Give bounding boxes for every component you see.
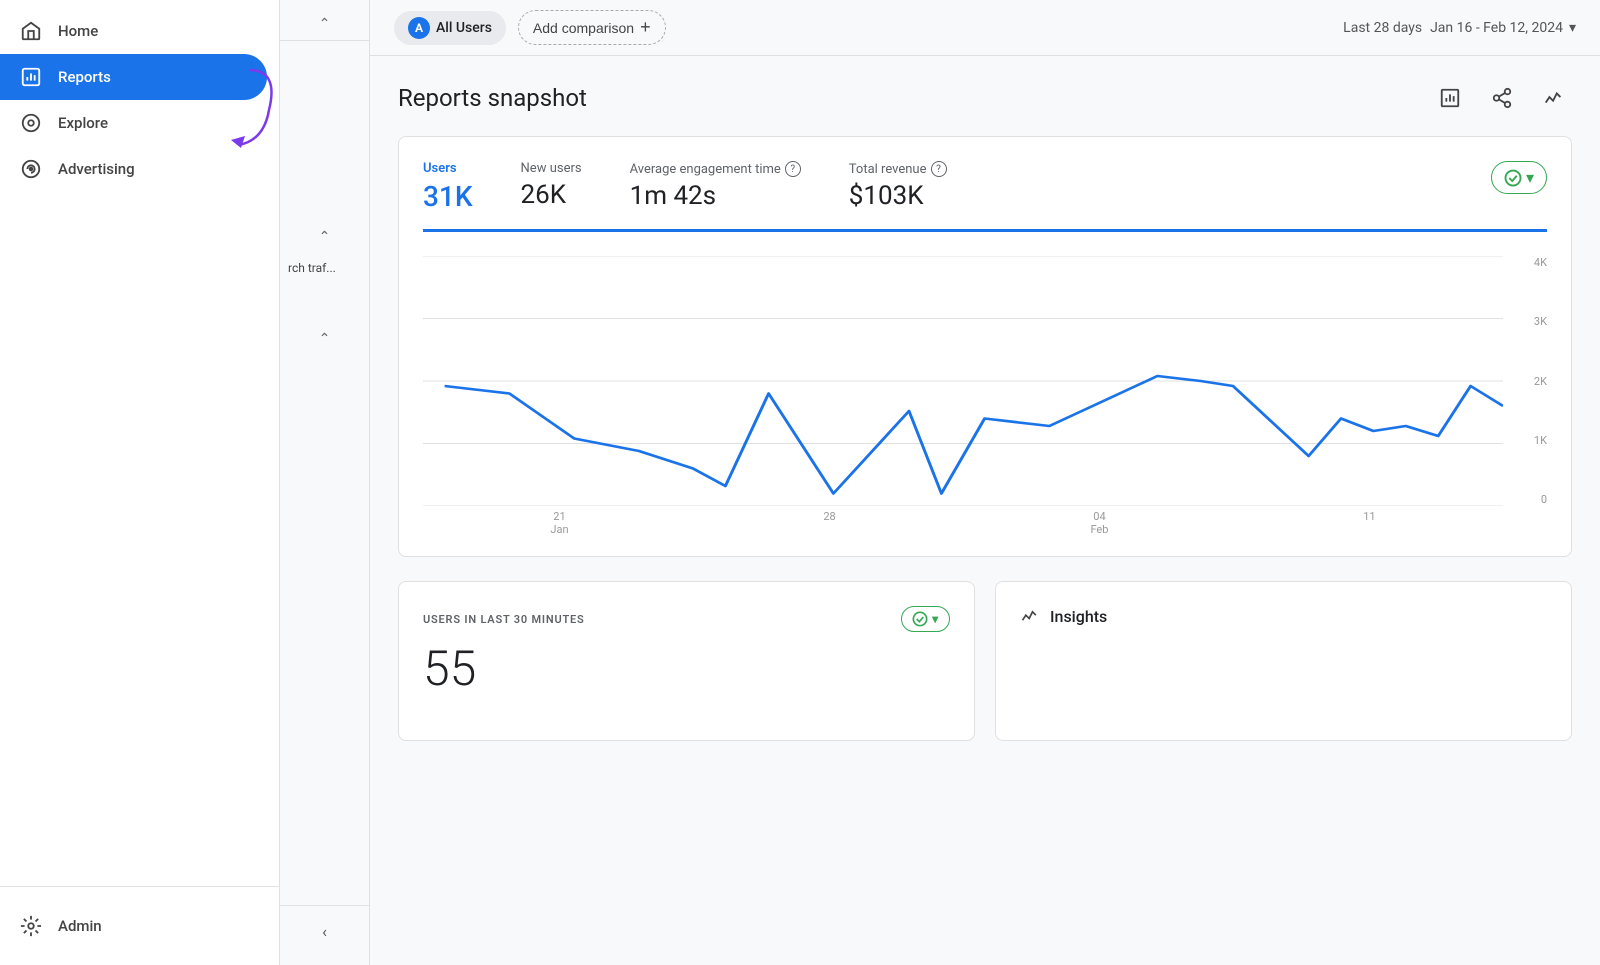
sidebar-item-explore[interactable]: Explore [0, 100, 267, 146]
collapse-sidebar-btn[interactable]: ‹ [280, 905, 369, 957]
sidebar-item-admin-label: Admin [58, 917, 102, 935]
sidebar-item-home[interactable]: Home [0, 8, 267, 54]
add-comparison-button[interactable]: Add comparison + [518, 10, 666, 45]
insights-card-header: Insights [1020, 606, 1547, 626]
sidebar-item-explore-label: Explore [58, 114, 108, 132]
date-range-value: Jan 16 - Feb 12, 2024 [1430, 20, 1563, 36]
insights-card: Insights [995, 581, 1572, 741]
sparkline-icon-btn[interactable] [1536, 80, 1572, 116]
metric-revenue: Total revenue ? $103K [849, 161, 947, 211]
bar-chart-icon-btn[interactable] [1432, 80, 1468, 116]
metric-check-button[interactable]: ▾ [1491, 161, 1547, 194]
date-label: Last 28 days [1343, 20, 1422, 36]
main-content: A All Users Add comparison + Last 28 day… [370, 0, 1600, 965]
realtime-card: USERS IN LAST 30 MINUTES ▾ 55 [398, 581, 975, 741]
all-users-chip[interactable]: A All Users [394, 11, 506, 45]
x-label-11: 11 [1363, 510, 1375, 523]
sidebar-nav: Home Reports Explore [0, 0, 279, 886]
metric-new-users: New users 26K [521, 161, 582, 210]
collapse-left-icon: ‹ [322, 922, 327, 941]
topbar-right: Last 28 days Jan 16 - Feb 12, 2024 ▾ [1343, 20, 1576, 36]
panel-section-3-collapse[interactable]: ⌃ [280, 323, 369, 355]
realtime-card-label: USERS IN LAST 30 MINUTES ▾ [423, 606, 950, 632]
x-label-04-feb: 04 Feb [1090, 510, 1108, 536]
x-label-21-jan: 21 Jan [550, 510, 568, 536]
chart-x-labels: 21 Jan 28 04 Feb 11 [423, 506, 1503, 536]
middle-panel: ⌃ ⌃ rch traf... ⌃ ‹ [280, 0, 370, 965]
metrics-row: Users 31K New users 26K Average engageme… [423, 157, 1547, 232]
topbar: A All Users Add comparison + Last 28 day… [370, 0, 1600, 56]
panel-section-2-collapse[interactable]: ⌃ [280, 221, 369, 253]
user-avatar: A [408, 17, 430, 39]
line-chart [423, 256, 1503, 506]
engagement-info-icon[interactable]: ? [785, 161, 801, 177]
sidebar-item-advertising-label: Advertising [58, 160, 135, 178]
metric-users: Users 31K [423, 161, 473, 213]
panel-empty-section-2 [280, 283, 369, 323]
insights-sparkline-icon [1020, 606, 1040, 626]
add-comparison-label: Add comparison [533, 20, 634, 36]
date-range-picker[interactable]: Jan 16 - Feb 12, 2024 ▾ [1430, 20, 1576, 36]
explore-icon [20, 112, 42, 134]
sidebar-item-home-label: Home [58, 22, 98, 40]
panel-spacer [280, 355, 369, 905]
advertising-icon [20, 158, 42, 180]
reports-icon [20, 66, 42, 88]
y-label-3k: 3K [1511, 315, 1547, 328]
bottom-cards: USERS IN LAST 30 MINUTES ▾ 55 [398, 581, 1572, 741]
sidebar-item-advertising[interactable]: Advertising [0, 146, 267, 192]
chevron-up-icon-2: ⌃ [319, 229, 331, 245]
sidebar: Home Reports Explore [0, 0, 280, 965]
chart-area [423, 256, 1503, 506]
metric-revenue-label: Total revenue ? [849, 161, 947, 177]
home-icon [20, 20, 42, 42]
chevron-down-icon: ▾ [1569, 20, 1576, 36]
metric-new-users-label: New users [521, 161, 582, 176]
header-icons [1432, 80, 1572, 116]
plus-icon: + [640, 17, 651, 38]
y-label-2k: 2K [1511, 375, 1547, 388]
chart-container: 4K 3K 2K 1K 0 [423, 256, 1547, 536]
x-label-28: 28 [823, 510, 835, 523]
metric-new-users-value: 26K [521, 180, 582, 210]
y-label-4k: 4K [1511, 256, 1547, 269]
y-label-0: 0 [1511, 493, 1547, 506]
insights-label: Insights [1050, 607, 1107, 626]
metric-users-label: Users [423, 161, 473, 176]
metric-engagement-value: 1m 42s [630, 181, 801, 211]
realtime-card-value: 55 [423, 640, 950, 697]
metric-engagement: Average engagement time ? 1m 42s [630, 161, 801, 211]
panel-empty-section-1 [280, 41, 369, 221]
share-icon-btn[interactable] [1484, 80, 1520, 116]
sidebar-item-admin[interactable]: Admin [0, 903, 267, 949]
page-title: Reports snapshot [398, 84, 587, 112]
realtime-check-button[interactable]: ▾ [901, 606, 950, 632]
gear-icon [20, 915, 42, 937]
snapshot-card: Users 31K New users 26K Average engageme… [398, 136, 1572, 557]
chevron-up-icon-3: ⌃ [319, 331, 331, 347]
sidebar-item-reports-label: Reports [58, 68, 111, 86]
chart-y-labels: 4K 3K 2K 1K 0 [1511, 256, 1547, 506]
panel-item-search-traffic[interactable]: rch traf... [280, 253, 369, 283]
metric-revenue-value: $103K [849, 181, 947, 211]
all-users-label: All Users [436, 20, 492, 36]
content-area: Reports snapshot [370, 56, 1600, 965]
chevron-up-icon-1: ⌃ [319, 16, 331, 32]
y-label-1k: 1K [1511, 434, 1547, 447]
chevron-down-icon-realtime: ▾ [932, 612, 939, 626]
page-header: Reports snapshot [398, 80, 1572, 116]
sidebar-item-reports[interactable]: Reports [0, 54, 267, 100]
panel-section-1-collapse[interactable]: ⌃ [280, 8, 369, 41]
chevron-down-icon: ▾ [1526, 168, 1534, 187]
metric-users-value: 31K [423, 180, 473, 213]
metric-engagement-label: Average engagement time ? [630, 161, 801, 177]
sidebar-bottom: Admin [0, 886, 279, 965]
revenue-info-icon[interactable]: ? [931, 161, 947, 177]
